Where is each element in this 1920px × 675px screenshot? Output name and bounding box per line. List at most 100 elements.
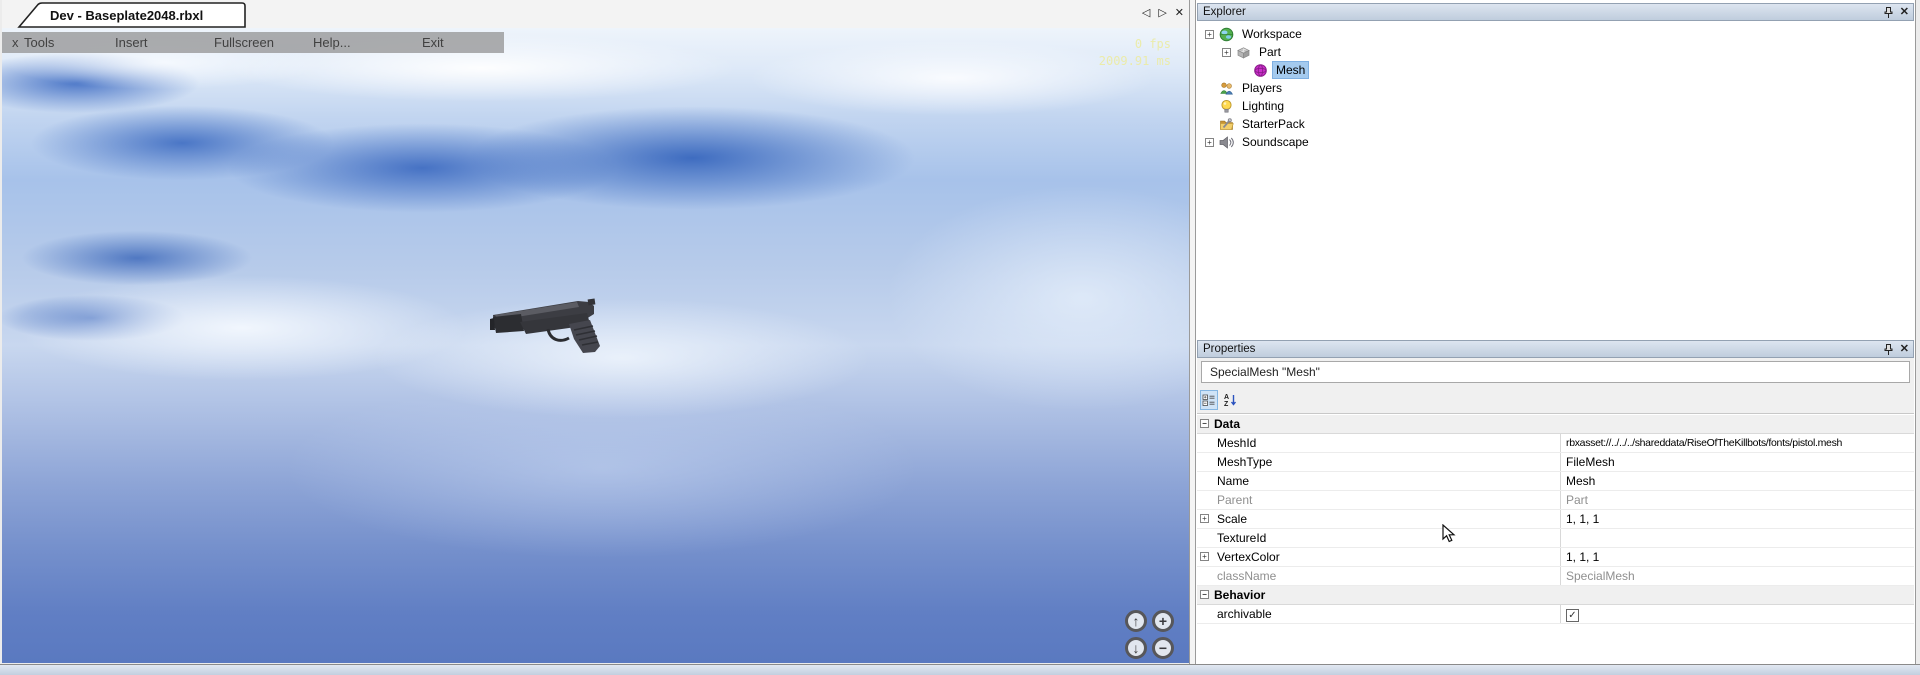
tree-item-label: Players [1239,80,1285,96]
property-name: + Scale [1197,510,1561,528]
menu-item-help[interactable]: Help... [313,35,351,50]
close-panel-icon[interactable]: ✕ [1900,342,1909,357]
tree-item-part[interactable]: + Part [1197,43,1914,61]
property-name: Name [1197,472,1561,490]
soundscape-speaker-icon [1219,135,1234,150]
property-value[interactable]: 1, 1, 1 [1561,548,1914,566]
property-value[interactable]: FileMesh [1561,453,1914,471]
expand-toggle[interactable]: + [1200,552,1209,561]
tab-title: Dev - Baseplate2048.rbxl [50,8,203,23]
property-value[interactable]: 1, 1, 1 [1561,510,1914,528]
status-bar [0,664,1920,675]
properties-toolbar: A Z [1197,386,1914,414]
menu-bar: x Tools Insert Fullscreen Help... Exit [2,32,504,53]
tree-item-label: StarterPack [1239,116,1308,132]
mesh-sphere-icon [1253,63,1268,78]
menu-item-exit[interactable]: Exit [422,35,444,50]
property-value: SpecialMesh [1561,567,1914,585]
panel-splitter[interactable] [1189,0,1196,664]
pistol-mesh-object[interactable] [490,284,625,366]
property-row-meshtype[interactable]: MeshType FileMesh [1197,453,1914,472]
tree-item-label-selected: Mesh [1273,62,1308,78]
property-row-name[interactable]: Name Mesh [1197,472,1914,491]
categorize-icon[interactable] [1200,390,1218,410]
pin-icon[interactable] [1883,6,1893,19]
next-tab-icon[interactable]: ▷ [1158,5,1166,21]
camera-up-button[interactable]: ↑ [1125,610,1147,632]
archivable-checkbox[interactable]: ✓ [1566,609,1579,622]
tree-item-label: Lighting [1239,98,1287,114]
property-grid: − Data MeshId rbxasset://../../../shared… [1197,415,1914,624]
lighting-bulb-icon [1219,99,1234,114]
expand-toggle[interactable]: + [1205,30,1214,39]
tree-item-lighting[interactable]: Lighting [1197,97,1914,115]
category-row-data[interactable]: − Data [1197,415,1914,434]
menu-item-insert[interactable]: Insert [115,35,148,50]
studio-window: Dev - Baseplate2048.rbxl ◁ ▷ ✕ x Tools I… [0,0,1920,675]
category-row-behavior[interactable]: − Behavior [1197,586,1914,605]
property-row-scale[interactable]: + Scale 1, 1, 1 [1197,510,1914,529]
property-value[interactable]: rbxasset://../../../shareddata/RiseOfThe… [1561,434,1914,452]
tree-item-label: Part [1256,44,1284,60]
collapse-toggle[interactable]: − [1200,419,1209,428]
close-tab-icon[interactable]: ✕ [1175,5,1184,21]
property-value[interactable]: Mesh [1561,472,1914,490]
viewport-3d[interactable]: x Tools Insert Fullscreen Help... Exit 0… [2,28,1189,663]
close-panel-icon[interactable]: ✕ [1900,5,1909,20]
tree-item-players[interactable]: Players [1197,79,1914,97]
properties-header: Properties ✕ [1197,340,1914,358]
expand-toggle[interactable]: + [1222,48,1231,57]
fps-counter: 0 fps 2009.91 ms [1099,36,1171,70]
pin-icon[interactable] [1883,343,1893,356]
collapse-toggle[interactable]: − [1200,590,1209,599]
object-selector-area: SpecialMesh "Mesh" [1197,358,1914,386]
tree-item-starterpack[interactable]: StarterPack [1197,115,1914,133]
part-brick-icon [1236,45,1251,60]
property-value: ✓ [1561,605,1914,623]
tab-bar: Dev - Baseplate2048.rbxl ◁ ▷ ✕ [2,0,1190,28]
explorer-tree: + Workspace + Part [1197,22,1914,339]
property-name: MeshType [1197,453,1561,471]
prev-tab-icon[interactable]: ◁ [1142,5,1150,21]
document-tab[interactable]: Dev - Baseplate2048.rbxl [10,2,250,28]
zoom-out-button[interactable]: − [1152,637,1174,659]
sort-alphabetical-icon[interactable]: A Z [1222,390,1240,410]
property-row-classname: className SpecialMesh [1197,567,1914,586]
selected-object-box[interactable]: SpecialMesh "Mesh" [1201,361,1910,383]
workspace-globe-icon [1219,27,1234,42]
svg-text:Z: Z [1224,401,1229,407]
property-name: + VertexColor [1197,548,1561,566]
property-value: Part [1561,491,1914,509]
property-name: MeshId [1197,434,1561,452]
tree-item-label: Workspace [1239,26,1305,42]
svg-text:A: A [1224,394,1229,401]
property-row-archivable[interactable]: archivable ✓ [1197,605,1914,624]
right-pane: Explorer ✕ + Workspace + [1196,0,1916,664]
property-row-textureid[interactable]: TextureId [1197,529,1914,548]
camera-down-button[interactable]: ↓ [1125,637,1147,659]
property-name: Parent [1197,491,1561,509]
tree-item-soundscape[interactable]: + Soundscape [1197,133,1914,151]
property-value[interactable] [1561,529,1914,547]
property-row-vertexcolor[interactable]: + VertexColor 1, 1, 1 [1197,548,1914,567]
tree-item-mesh[interactable]: Mesh [1197,61,1914,79]
zoom-in-button[interactable]: + [1152,610,1174,632]
explorer-header: Explorer ✕ [1197,3,1914,21]
explorer-title: Explorer [1203,6,1246,18]
up-arrow-icon: ↑ [1133,613,1140,629]
plus-icon: + [1159,613,1167,629]
properties-title: Properties [1203,343,1255,355]
tree-item-workspace[interactable]: + Workspace [1197,25,1914,43]
expand-toggle[interactable]: + [1200,514,1209,523]
mouse-cursor-icon [1442,524,1458,544]
tree-item-label: Soundscape [1239,134,1312,150]
property-row-meshid[interactable]: MeshId rbxasset://../../../shareddata/Ri… [1197,434,1914,453]
minus-icon: − [1159,640,1167,656]
expand-toggle[interactable]: + [1205,138,1214,147]
menu-item-tools[interactable]: Tools [24,35,54,50]
fps-value: 0 fps [1099,36,1171,53]
players-icon [1219,81,1234,96]
menu-item-fullscreen[interactable]: Fullscreen [214,35,274,50]
menu-close-x[interactable]: x [12,35,19,50]
property-name: TextureId [1197,529,1561,547]
